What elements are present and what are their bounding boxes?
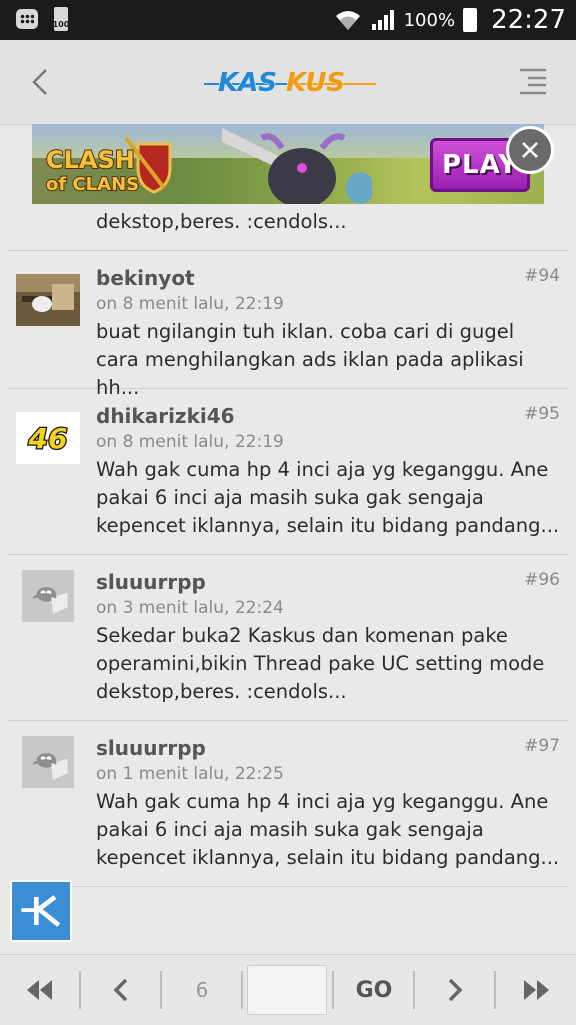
- status-bar: 100 100% 22:27: [0, 0, 576, 40]
- kaskus-k-icon[interactable]: [10, 880, 72, 942]
- app-header: KAS KUS: [0, 40, 576, 125]
- post-text: Wah gak cuma hp 4 inci aja yg keganggu. …: [96, 458, 560, 537]
- back-button[interactable]: [22, 62, 62, 102]
- list-item[interactable]: sluuurrpp #96 on 3 menit lalu, 22:24 Sek…: [8, 554, 568, 721]
- svg-text:KUS: KUS: [286, 68, 345, 98]
- chevron-left-icon: [113, 978, 128, 1002]
- avatar-number: 46: [28, 422, 68, 455]
- kaskus-logo: KAS KUS: [204, 67, 376, 98]
- post-username[interactable]: sluuurrpp: [96, 736, 206, 760]
- post-meta: on 8 menit lalu, 22:19: [96, 294, 284, 314]
- bottom-pager: 6 GO: [0, 954, 576, 1025]
- clash-of-clans-logo: CLASH of CLANS: [45, 136, 172, 196]
- post-meta: on 8 menit lalu, 22:19: [96, 432, 284, 452]
- divider: [241, 971, 243, 1009]
- post-username[interactable]: sluuurrpp: [96, 570, 206, 594]
- go-button[interactable]: GO: [334, 955, 414, 1025]
- go-label: GO: [355, 977, 393, 1003]
- list-item[interactable]: sluuurrpp #97 on 1 menit lalu, 22:25 Wah…: [8, 720, 568, 887]
- list-item[interactable]: bekinyot #94 on 8 menit lalu, 22:19 buat…: [8, 250, 568, 399]
- double-chevron-left-icon: [27, 980, 52, 1000]
- previous-page-button[interactable]: [81, 955, 161, 1025]
- post-number: #95: [524, 404, 560, 424]
- page-input-wrap: [246, 955, 328, 1025]
- battery-icon: [463, 8, 478, 32]
- wifi-icon: [335, 11, 360, 30]
- cell-signal-icon: [371, 10, 394, 30]
- battery-notification-icon: 100: [53, 7, 69, 31]
- first-page-button[interactable]: [0, 955, 80, 1025]
- avatar[interactable]: [16, 274, 80, 326]
- ad-banner[interactable]: CLASH of CLANS PLAY: [32, 124, 544, 204]
- avatar[interactable]: [16, 570, 80, 622]
- svg-text:KAS: KAS: [218, 68, 277, 98]
- chevron-right-icon: [448, 978, 463, 1002]
- post-meta: on 3 menit lalu, 22:24: [96, 598, 284, 618]
- post-text: dekstop,beres. :cendols...: [96, 210, 347, 233]
- post-number: #96: [524, 570, 560, 590]
- close-ad-button[interactable]: [506, 126, 554, 174]
- post-number: #97: [524, 736, 560, 756]
- page-number-input[interactable]: [247, 965, 327, 1015]
- list-item[interactable]: dekstop,beres. :cendols...: [8, 204, 568, 251]
- bbm-notification-icon: [16, 9, 38, 29]
- next-page-button[interactable]: [415, 955, 495, 1025]
- post-username[interactable]: dhikarizki46: [96, 404, 235, 428]
- current-page: 6: [162, 955, 242, 1025]
- post-number: #94: [524, 266, 560, 286]
- current-page-number: 6: [195, 978, 209, 1002]
- last-page-button[interactable]: [496, 955, 576, 1025]
- post-text: Wah gak cuma hp 4 inci aja yg keganggu. …: [96, 790, 560, 869]
- battery-percent: 100%: [403, 9, 456, 31]
- list-item[interactable]: 46 dhikarizki46 #95 on 8 menit lalu, 22:…: [8, 388, 568, 555]
- avatar[interactable]: 46: [16, 412, 80, 464]
- double-chevron-right-icon: [524, 980, 549, 1000]
- clock: 22:27: [491, 5, 566, 35]
- list-menu-icon[interactable]: [518, 66, 548, 96]
- svg-text:CLASH: CLASH: [46, 146, 135, 174]
- post-text: Sekedar buka2 Kaskus dan komenan pake op…: [96, 624, 545, 703]
- post-username[interactable]: bekinyot: [96, 266, 195, 290]
- svg-text:of CLANS: of CLANS: [46, 174, 139, 195]
- post-meta: on 1 menit lalu, 22:25: [96, 764, 284, 784]
- avatar[interactable]: [16, 736, 80, 788]
- pekka-character-image: [222, 128, 372, 204]
